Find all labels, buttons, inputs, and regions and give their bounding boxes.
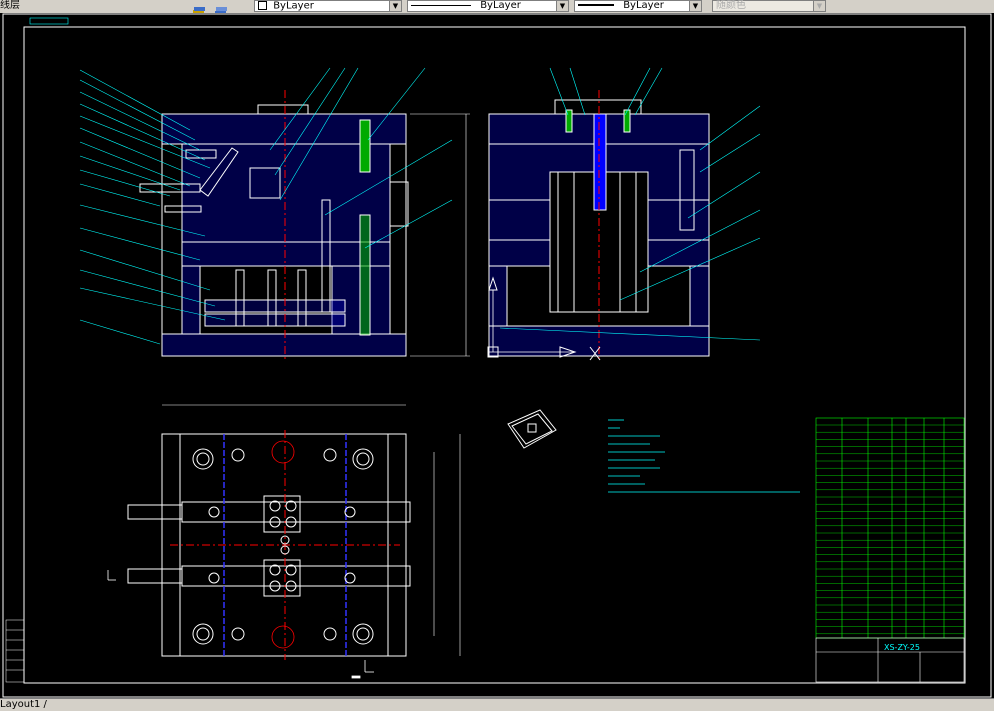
plotstyle-combo-value: 随颜色 — [716, 0, 746, 11]
color-combo[interactable]: ByLayer ▼ — [254, 0, 402, 12]
title-block-text: XS-ZY-25 — [884, 643, 920, 652]
color-combo-value: ByLayer — [273, 0, 314, 12]
linetype-combo[interactable]: ByLayer ▼ — [407, 0, 569, 12]
part-isometric — [507, 409, 557, 449]
lineweight-sample — [578, 4, 614, 6]
layer-label: 线层 — [0, 0, 20, 11]
chevron-down-icon: ▼ — [813, 1, 825, 11]
revision-table — [5, 619, 25, 683]
chevron-down-icon: ▼ — [689, 1, 701, 11]
technical-notes — [608, 419, 800, 493]
chevron-down-icon: ▼ — [389, 1, 401, 11]
layer-properties-icon[interactable] — [192, 1, 206, 15]
layer-previous-icon[interactable] — [214, 1, 228, 15]
side-section-view — [487, 90, 710, 362]
bom-rows — [816, 424, 964, 634]
linetype-sample — [411, 4, 471, 6]
chevron-down-icon: ▼ — [556, 1, 568, 11]
properties-toolbar: 线层 ByLayer ▼ ByLayer ▼ ByLayer ▼ 随颜色 ▼ — [0, 0, 994, 15]
lineweight-combo-value: ByLayer — [623, 0, 664, 11]
lineweight-combo[interactable]: ByLayer ▼ — [574, 0, 702, 12]
cad-drawing: XS-ZY-25 — [2, 13, 992, 698]
color-swatch — [258, 1, 267, 10]
plan-view — [127, 404, 461, 660]
linetype-combo-value: ByLayer — [480, 0, 521, 11]
plotstyle-combo: 随颜色 ▼ — [712, 0, 826, 12]
drawing-tag — [29, 17, 69, 25]
front-section-view — [139, 90, 470, 362]
drawing-canvas[interactable]: XS-ZY-25 — [0, 13, 994, 698]
layout-tab-bar: Layout1 / — [0, 698, 994, 711]
layout-tab[interactable]: Layout1 / — [0, 699, 47, 710]
